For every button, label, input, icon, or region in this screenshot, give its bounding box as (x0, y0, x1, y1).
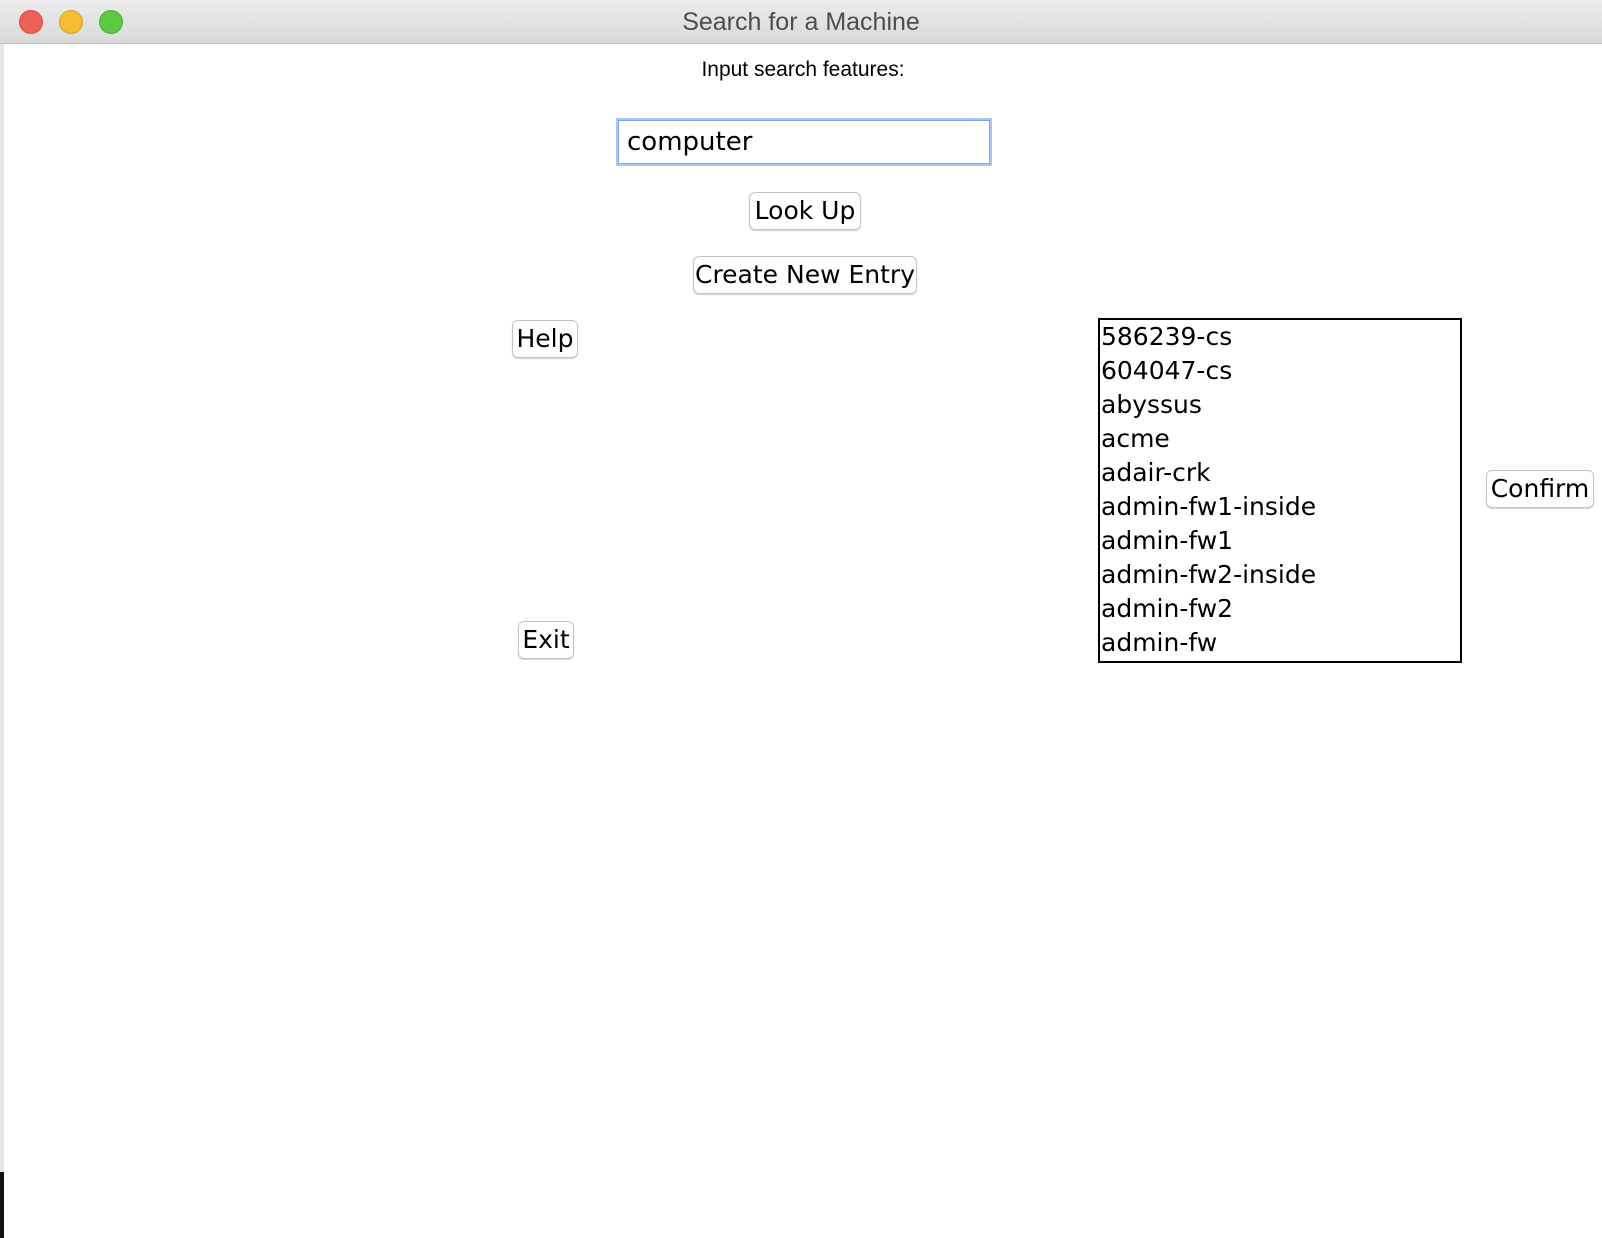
app-window: Search for a Machine Input search featur… (0, 0, 1602, 1238)
look-up-button[interactable]: Look Up (749, 192, 861, 230)
close-window-button[interactable] (19, 10, 43, 34)
list-item[interactable]: admin-fw2 (1100, 592, 1460, 626)
list-item[interactable]: adair-crk (1100, 456, 1460, 490)
list-item[interactable]: 586239-cs (1100, 320, 1460, 354)
results-listbox[interactable]: 586239-cs 604047-cs abyssus acme adair-c… (1098, 318, 1462, 663)
exit-button[interactable]: Exit (518, 621, 574, 659)
list-item[interactable]: admin-fw1 (1100, 524, 1460, 558)
confirm-button[interactable]: Confirm (1486, 470, 1594, 508)
title-bar[interactable]: Search for a Machine (0, 0, 1602, 44)
list-item[interactable]: 604047-cs (1100, 354, 1460, 388)
window-left-edge-shadow (0, 1172, 4, 1238)
window-left-edge (0, 44, 4, 1238)
zoom-window-button[interactable] (99, 10, 123, 34)
help-button[interactable]: Help (512, 320, 578, 358)
search-input[interactable] (616, 118, 992, 166)
list-item[interactable]: admin-fw1-inside (1100, 490, 1460, 524)
search-prompt-label: Input search features: (701, 58, 905, 81)
minimize-window-button[interactable] (59, 10, 83, 34)
create-new-entry-button[interactable]: Create New Entry (693, 256, 917, 294)
list-item[interactable]: admin-fw (1100, 626, 1460, 660)
list-item[interactable]: abyssus (1100, 388, 1460, 422)
list-item[interactable]: admin-fw2-inside (1100, 558, 1460, 592)
list-item[interactable]: acme (1100, 422, 1460, 456)
window-title: Search for a Machine (682, 8, 920, 36)
